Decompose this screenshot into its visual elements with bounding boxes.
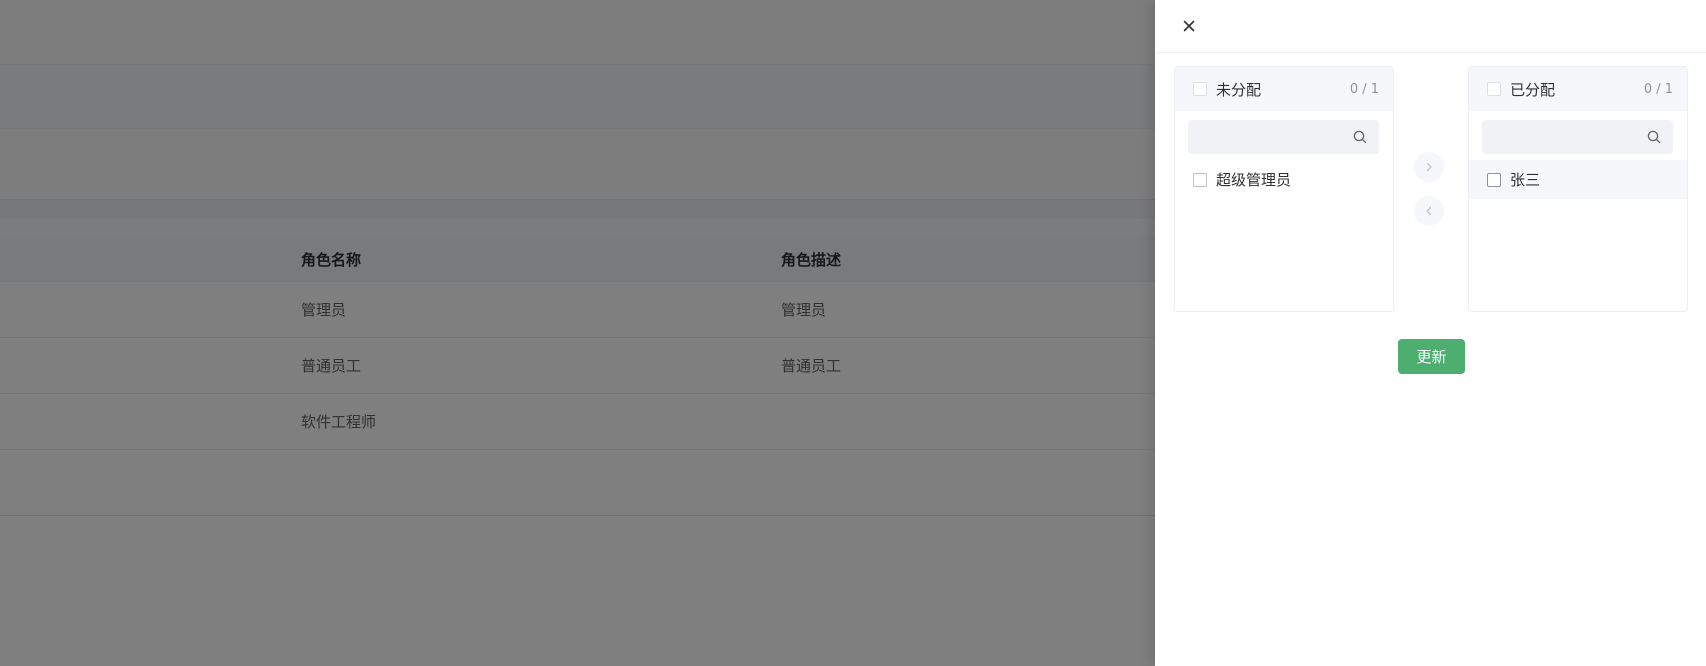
- panel-title: 未分配: [1216, 80, 1262, 99]
- panel-title: 已分配: [1510, 80, 1556, 99]
- transfer-panel-assigned: 已分配 0 / 1 张三: [1468, 66, 1688, 312]
- move-to-left-button[interactable]: [1414, 196, 1444, 226]
- panel-search: [1482, 120, 1673, 154]
- chevron-right-icon: [1426, 162, 1432, 172]
- search-input[interactable]: [1482, 120, 1673, 154]
- assign-user-drawer: 未分配 0 / 1 超级管理员 已分配 0 / 1 张三 更新: [1155, 0, 1706, 666]
- transfer-panel-unassigned: 未分配 0 / 1 超级管理员: [1174, 66, 1394, 312]
- search-icon: [1647, 130, 1661, 144]
- drawer-header: [1155, 0, 1706, 53]
- selection-count: 0 / 1: [1643, 81, 1673, 97]
- search-input[interactable]: [1188, 120, 1379, 154]
- move-to-right-button[interactable]: [1414, 152, 1444, 182]
- transfer-buttons: [1414, 152, 1446, 240]
- item-label: 超级管理员: [1216, 171, 1292, 189]
- search-icon: [1353, 130, 1367, 144]
- select-all-checkbox[interactable]: [1193, 82, 1207, 96]
- close-icon[interactable]: [1179, 16, 1199, 36]
- panel-search: [1188, 120, 1379, 154]
- select-all-checkbox[interactable]: [1487, 82, 1501, 96]
- item-checkbox[interactable]: [1193, 172, 1207, 187]
- selection-count: 0 / 1: [1349, 81, 1379, 97]
- list-item[interactable]: 张三: [1469, 160, 1687, 199]
- chevron-left-icon: [1426, 206, 1432, 216]
- update-button[interactable]: 更新: [1398, 339, 1465, 374]
- item-label: 张三: [1510, 171, 1541, 189]
- transfer-panel-header: 未分配 0 / 1: [1175, 67, 1393, 111]
- transfer-panel-header: 已分配 0 / 1: [1469, 67, 1687, 111]
- transfer-list: 张三: [1469, 160, 1687, 199]
- transfer-list: 超级管理员: [1175, 160, 1393, 199]
- list-item[interactable]: 超级管理员: [1175, 160, 1393, 199]
- item-checkbox[interactable]: [1487, 172, 1501, 187]
- user-transfer: 未分配 0 / 1 超级管理员 已分配 0 / 1 张三: [1174, 66, 1688, 312]
